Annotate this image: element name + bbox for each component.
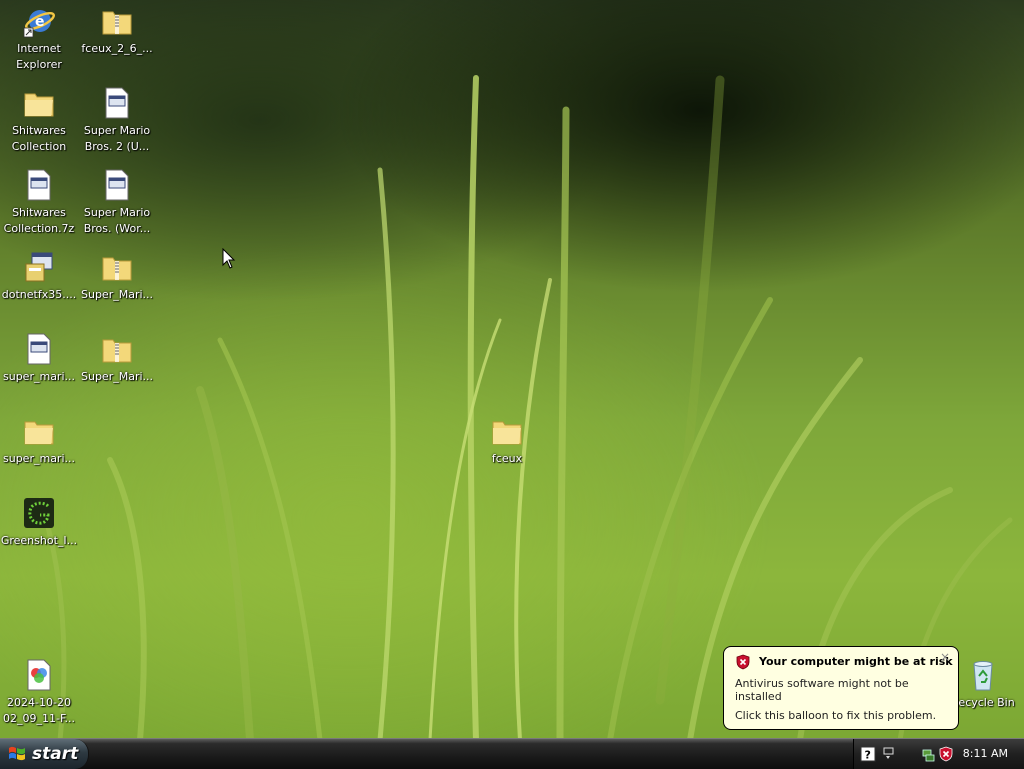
zip-folder-icon	[102, 339, 132, 363]
zip-folder-icon	[102, 11, 132, 35]
close-icon[interactable]: ×	[938, 650, 952, 664]
network-icon[interactable]	[920, 746, 936, 762]
windows-flag-icon	[9, 746, 25, 761]
desktop-icon-super-mario-bros-2[interactable]: Super Mario Bros. 2 (U...	[78, 86, 156, 155]
desktop-icon-greenshot[interactable]: Greenshot_I...	[0, 496, 78, 549]
desktop-icon-super-mari-zip-1[interactable]: Super_Mari...	[78, 250, 156, 303]
balloon-action-text: Click this balloon to fix this problem.	[735, 709, 937, 722]
icon-label: Super Mario Bros. (Wor...	[83, 206, 151, 235]
safely-remove-hardware-icon[interactable]	[880, 746, 896, 762]
folder-icon	[492, 421, 522, 445]
icon-label: super_mari...	[3, 452, 75, 465]
security-center-alert-icon[interactable]	[938, 746, 954, 762]
desktop-icon-super-mari-folder[interactable]: super_mari...	[0, 414, 78, 467]
image-file-icon	[27, 659, 51, 691]
icon-label: Shitwares Collection	[11, 124, 67, 153]
desktop-icon-screenshot-2024-10-20[interactable]: 2024-10-20 02_09_11-F...	[0, 658, 78, 727]
desktop-icon-super-mari-zip-2[interactable]: Super_Mari...	[78, 332, 156, 385]
icon-label: Super Mario Bros. 2 (U...	[83, 124, 151, 153]
recycle-bin-icon	[973, 661, 993, 691]
icon-label: Internet Explorer	[16, 42, 62, 71]
svg-text:?: ?	[865, 749, 871, 762]
start-label: start	[32, 744, 79, 764]
icon-label: Shitwares Collection.7z	[3, 206, 75, 235]
icon-label: 2024-10-20 02_09_11-F...	[2, 696, 75, 725]
icon-label: fceux_2_6_...	[81, 42, 153, 55]
desktop-icon-shitwares-collection-7z[interactable]: Shitwares Collection.7z	[0, 168, 78, 237]
desktop-icon-super-mari-file[interactable]: super_mari...	[0, 332, 78, 385]
icon-label: dotnetfx35....	[1, 288, 77, 301]
help-icon[interactable]: ?	[860, 746, 876, 762]
internet-explorer-icon: e	[23, 10, 56, 38]
file-icon	[27, 333, 51, 365]
desktop-icon-shitwares-collection[interactable]: Shitwares Collection	[0, 86, 78, 155]
security-shield-icon	[736, 654, 750, 670]
greenshot-icon	[24, 498, 54, 528]
icon-label: Super_Mari...	[80, 288, 154, 301]
file-icon	[105, 87, 129, 119]
folder-icon	[24, 421, 54, 445]
desktop-icon-super-mario-bros-world[interactable]: Super Mario Bros. (Wor...	[78, 168, 156, 237]
icon-label: Greenshot_I...	[0, 534, 78, 547]
installer-icon	[25, 252, 53, 282]
icon-label: Super_Mari...	[80, 370, 154, 383]
file-icon	[27, 169, 51, 201]
system-tray: ? 8:11 AM	[853, 739, 1024, 769]
desktop-icon-dotnetfx35[interactable]: dotnetfx35....	[0, 250, 78, 303]
start-button[interactable]: start	[0, 739, 89, 769]
mouse-cursor-icon	[222, 248, 236, 269]
icon-label: fceux	[491, 452, 523, 465]
folder-icon	[24, 93, 54, 117]
desktop-icon-internet-explorer[interactable]: e Internet Explorer	[0, 4, 78, 73]
taskbar-clock[interactable]: 8:11 AM	[963, 747, 1008, 760]
security-alert-balloon[interactable]: Your computer might be at risk × Antivir…	[723, 646, 959, 742]
svg-text:e: e	[35, 14, 45, 30]
zip-folder-icon	[102, 257, 132, 281]
taskbar: start ? 8:11 AM	[0, 738, 1024, 769]
file-icon	[105, 169, 129, 201]
icon-label: super_mari...	[3, 370, 75, 383]
balloon-message: Antivirus software might not be installe…	[735, 677, 909, 703]
desktop-icon-fceux-folder[interactable]: fceux	[468, 414, 546, 467]
balloon-title: Your computer might be at risk	[759, 655, 953, 668]
desktop-icon-fceux-zip[interactable]: fceux_2_6_...	[78, 4, 156, 57]
